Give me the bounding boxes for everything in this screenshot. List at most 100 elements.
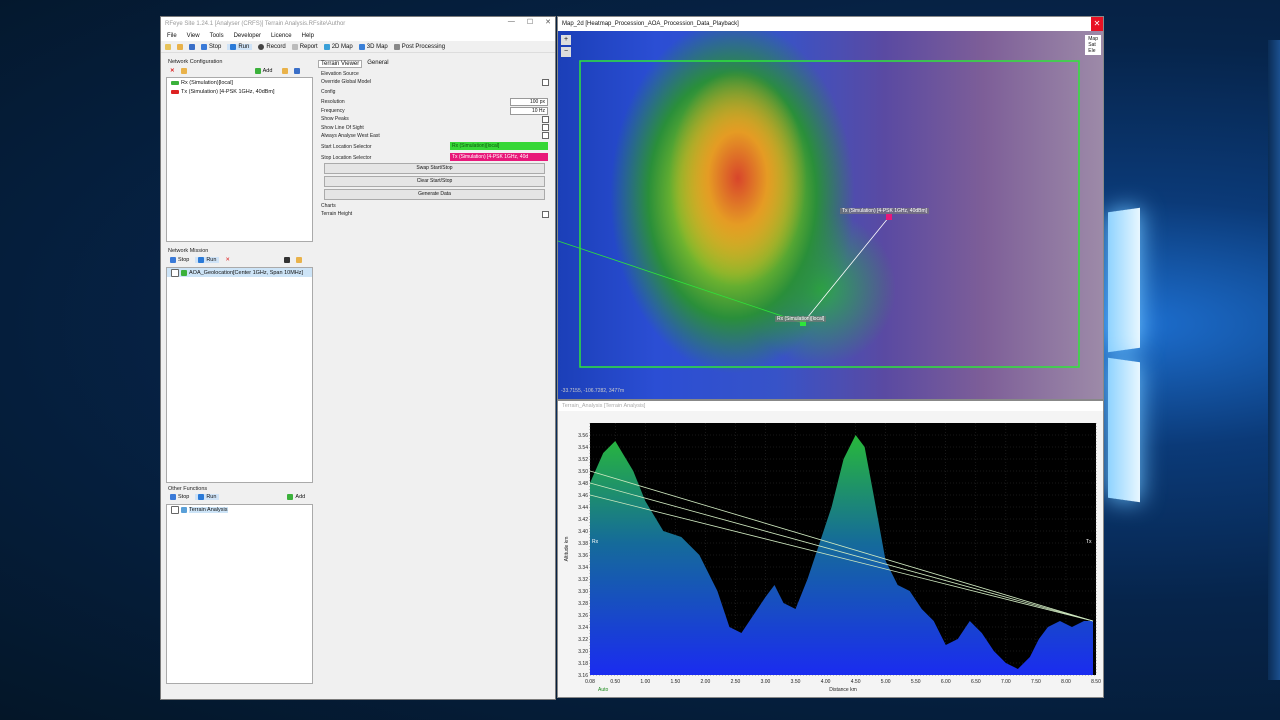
record-button[interactable]: Record (258, 43, 286, 50)
stop-location-select[interactable]: Tx (Simulation) [4-PSK 1GHz, 40d (450, 153, 548, 161)
clear-start-stop-button[interactable]: Clear Start/Stop (324, 176, 545, 187)
tx-map-label: Tx (Simulation) [4-PSK 1GHz, 40dBm] (840, 208, 930, 214)
open-icon[interactable] (282, 68, 289, 74)
menu-view[interactable]: View (187, 33, 200, 39)
start-location-label: Start Location Selector (321, 144, 372, 150)
map-layer-selector: Map Sat Ele (1085, 35, 1101, 55)
save-config-icon[interactable] (294, 68, 301, 74)
save-icon[interactable] (189, 43, 195, 50)
y-tick-label: 3.22 (578, 637, 588, 643)
swap-start-stop-button[interactable]: Swap Start/Stop (324, 163, 545, 174)
menu-tools[interactable]: Tools (210, 33, 224, 39)
menu-file[interactable]: File (167, 33, 177, 39)
y-tick-label: 3.42 (578, 517, 588, 523)
add-icon (287, 494, 294, 500)
close-icon[interactable]: ✕ (545, 18, 551, 26)
map-overlay (558, 60, 1080, 368)
add-device-button[interactable]: Add (254, 68, 272, 74)
y-tick-label: 3.32 (578, 577, 588, 583)
mission-icon (181, 269, 187, 276)
zoom-out-icon[interactable]: − (561, 47, 571, 57)
charts-label: Charts (321, 203, 336, 209)
y-tick-label: 3.52 (578, 457, 588, 463)
open-folder-icon[interactable] (177, 43, 183, 50)
y-tick-label: 3.38 (578, 541, 588, 547)
minimize-icon[interactable]: — (508, 18, 515, 26)
function-checkbox[interactable] (171, 505, 179, 514)
x-tick-label: 1.50 (670, 679, 680, 685)
tree-item-rx[interactable]: Rx (Simulation)[local] (167, 78, 312, 87)
other-add-button[interactable]: Add (287, 494, 305, 500)
tab-general[interactable]: General (365, 60, 390, 68)
app-window: RFeye Site 1.24.1 [Analyser (CRFS)] Terr… (160, 16, 556, 700)
x-tick-label: 8.00 (1061, 679, 1071, 685)
network-config-tree: Rx (Simulation)[local] Tx (Simulation) [… (166, 77, 313, 242)
frequency-input[interactable]: 10 Hz (510, 107, 548, 115)
y-axis-label: Altitude km (564, 537, 570, 562)
tx-marker[interactable] (886, 214, 892, 220)
y-tick-label: 3.48 (578, 481, 588, 487)
x-tick-label: 3.00 (761, 679, 771, 685)
tree-item-aoa[interactable]: AOA_Geolocation[Center 1GHz, Span 10MHz] (167, 268, 312, 277)
maximize-icon[interactable]: ☐ (527, 18, 533, 26)
resolution-input[interactable]: 100 px (510, 98, 548, 106)
delete-icon[interactable]: ✕ (170, 68, 175, 74)
report-button[interactable]: Report (291, 43, 318, 50)
post-processing-button[interactable]: Post Processing (393, 43, 445, 50)
tab-terrain-viewer[interactable]: Terrain Viewer (318, 60, 363, 68)
show-los-checkbox[interactable] (542, 124, 549, 131)
terrain-map[interactable]: Tx (Simulation) [4-PSK 1GHz, 40dBm] Rx (… (558, 31, 1103, 399)
override-global-model-checkbox[interactable] (542, 79, 549, 86)
tree-item-terrain-analysis[interactable]: Terrain Analysis (167, 505, 312, 514)
menu-licence[interactable]: Licence (271, 33, 292, 39)
other-run-button[interactable]: Run (195, 494, 220, 500)
mission-checkbox[interactable] (171, 268, 179, 277)
x-tick-label: 6.00 (941, 679, 951, 685)
y-tick-label: 3.16 (578, 673, 588, 679)
main-toolbar: Stop Run Record Report 2D Map 3D Map Pos… (161, 41, 555, 53)
x-tick-label: 0.50 (610, 679, 620, 685)
terrain-height-checkbox[interactable] (542, 211, 549, 218)
mission-folder-icon[interactable] (296, 257, 303, 263)
run-icon (230, 43, 237, 50)
other-functions-label: Other Functions (168, 486, 208, 492)
mission-monitor-icon[interactable] (284, 257, 291, 263)
map-2d-button[interactable]: 2D Map (323, 43, 353, 50)
tx-device-icon (171, 89, 179, 94)
generate-data-button[interactable]: Generate Data (324, 189, 545, 200)
other-stop-button[interactable]: Stop (170, 494, 189, 500)
y-tick-label: 3.56 (578, 433, 588, 439)
terrain-chart[interactable]: 0.08 0.50 1.00 1.50 2.00 2.50 3.00 3.50 4.00 4.50… (558, 411, 1103, 697)
map-window: Map_2d [Heatmap_Procession_AOA_Processio… (557, 16, 1104, 400)
show-peaks-label: Show Peaks (321, 116, 349, 122)
network-config-label: Network Configuration (168, 59, 223, 65)
start-location-select[interactable]: Rx (Simulation)[local] (450, 142, 548, 150)
y-tick-label: 3.50 (578, 469, 588, 475)
menu-help[interactable]: Help (302, 33, 314, 39)
always-analyse-checkbox[interactable] (542, 132, 549, 139)
terrain-height-label: Terrain Height (321, 211, 353, 217)
zoom-in-icon[interactable]: + (561, 35, 571, 45)
map-close-icon[interactable]: ✕ (1091, 17, 1103, 31)
map-3d-button[interactable]: 3D Map (358, 43, 388, 50)
new-file-icon[interactable] (165, 43, 171, 50)
x-tick-label: 4.00 (821, 679, 831, 685)
x-tick-label: 3.50 (791, 679, 801, 685)
y-tick-label: 3.36 (578, 553, 588, 559)
show-los-label: Show Line Of Sight (321, 125, 364, 131)
layer-ele[interactable]: Ele (1088, 48, 1098, 54)
auto-scale-label: Auto (598, 687, 609, 693)
menu-developer[interactable]: Developer (234, 33, 261, 39)
mission-run-button[interactable]: Run (195, 257, 220, 263)
stop-button[interactable]: Stop (201, 43, 221, 50)
run-button[interactable]: Run (227, 43, 253, 50)
show-peaks-checkbox[interactable] (542, 116, 549, 123)
tree-item-tx[interactable]: Tx (Simulation) [4-PSK 1GHz, 40dBm] (167, 87, 312, 96)
mission-stop-button[interactable]: Stop (170, 257, 189, 263)
config-icon[interactable] (180, 68, 187, 74)
rx-device-icon (171, 80, 179, 85)
mission-delete-icon[interactable]: ✕ (225, 257, 230, 263)
post-processing-icon (393, 43, 400, 50)
map-zoom-controls: + − (561, 35, 571, 57)
map-title: Map_2d [Heatmap_Procession_AOA_Processio… (562, 21, 739, 27)
